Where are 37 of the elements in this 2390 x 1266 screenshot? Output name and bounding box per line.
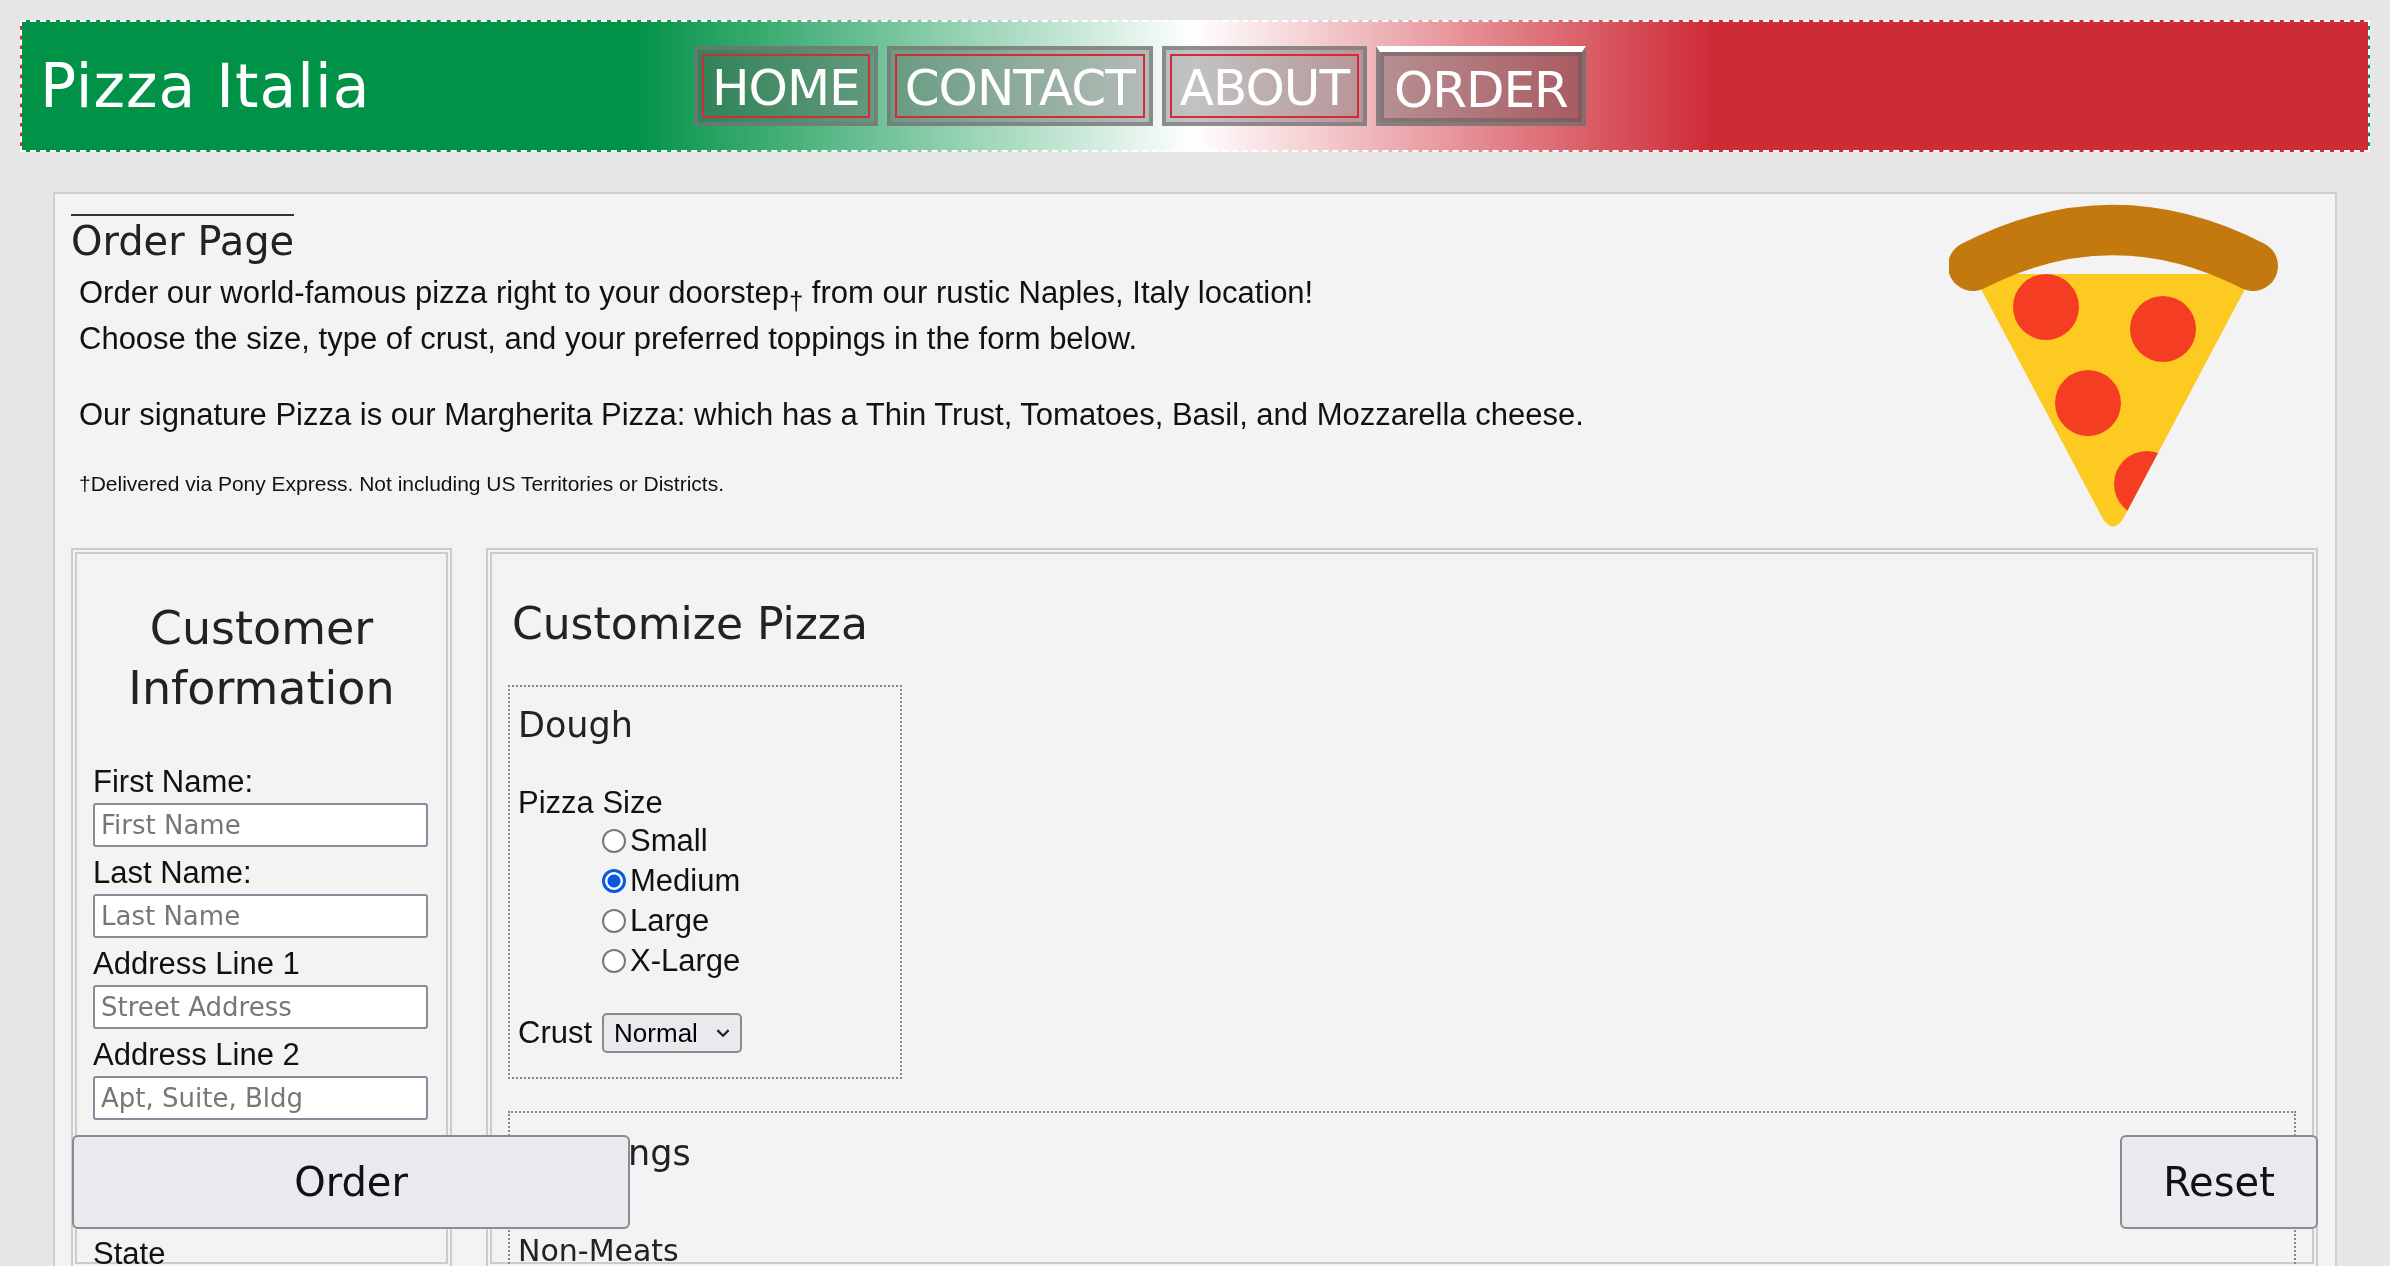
radio-label: Medium	[630, 863, 741, 899]
box-heading: ngs	[628, 1133, 692, 1173]
page-heading: Order Page	[71, 214, 295, 264]
field-label: State	[93, 1236, 166, 1266]
nav-link[interactable]: ORDER	[1375, 46, 1586, 126]
input-field[interactable]: First Name	[93, 803, 428, 847]
intro-paragraph: Order our world-famous pizza right to your doorstep$_{†}$ from our rustic Naples, Italy location! Choose the size, type of crust, and your preferred toppings in the form below.	[79, 274, 1315, 359]
radio-button[interactable]	[602, 949, 626, 973]
input-field[interactable]: Street Address	[93, 985, 428, 1029]
field-label: Address Line 1	[93, 946, 300, 982]
group-label: Non-Meats	[518, 1233, 680, 1266]
input-field[interactable]: Last Name	[93, 894, 428, 938]
crust-dropdown[interactable]: Normal	[602, 1013, 742, 1053]
field-label: Last Name:	[93, 855, 252, 891]
field-label: Crust	[518, 1015, 593, 1051]
box-heading: Dough	[518, 705, 634, 745]
nav-link[interactable]: CONTACT	[886, 46, 1153, 126]
radio-label: Small	[630, 823, 708, 859]
radio-button[interactable]	[602, 829, 626, 853]
signature-paragraph: Our signature Pizza is our Margherita Pizza: which has a Thin Trust, Tomatoes, Basil, and Mozzarella cheese.	[79, 396, 1584, 435]
input-field[interactable]: Apt, Suite, Bldg	[93, 1076, 428, 1120]
radio-label: Large	[630, 903, 710, 939]
radio-button[interactable]	[602, 869, 626, 893]
nav-link[interactable]: HOME	[694, 46, 878, 126]
section-heading: Customize Pizza	[512, 598, 869, 649]
nav-link[interactable]: ABOUT	[1161, 46, 1367, 126]
section-heading: Customer Information	[127, 600, 396, 717]
footnote: †Delivered via Pony Express. Not including US Territories or Districts.	[79, 472, 725, 497]
radio-button[interactable]	[602, 909, 626, 933]
field-label: Address Line 2	[93, 1037, 300, 1073]
order-button[interactable]: Order	[72, 1135, 630, 1229]
radio-label: X-Large	[630, 943, 741, 979]
field-label: First Name:	[93, 764, 254, 800]
site-title: Pizza Italia	[39, 51, 372, 121]
field-label: Pizza Size	[518, 785, 664, 821]
caret-icon	[715, 1028, 730, 1038]
reset-button[interactable]: Reset	[2120, 1135, 2318, 1229]
